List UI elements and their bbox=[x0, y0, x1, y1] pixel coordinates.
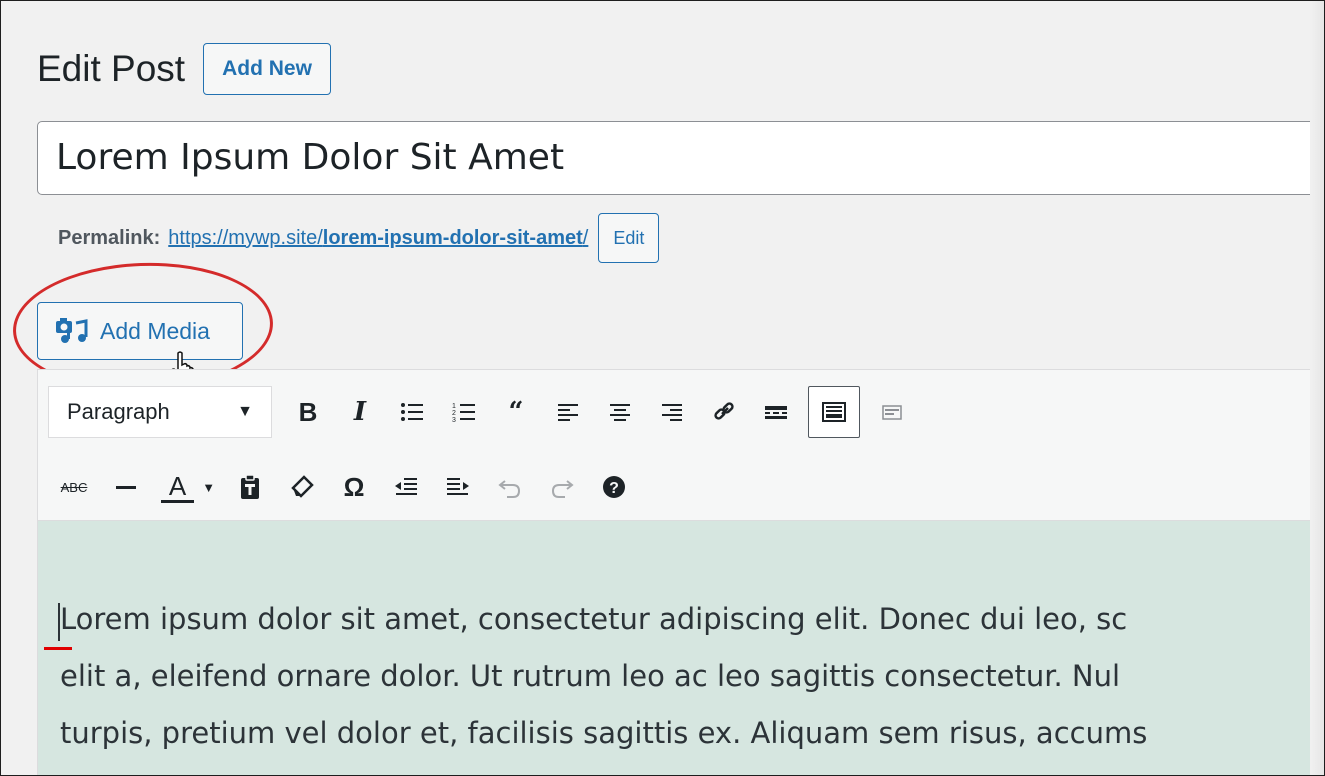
italic-icon[interactable]: I bbox=[340, 389, 380, 435]
classic-editor: Paragraph ▼ B I 123 “ ABC A ▼ Ω ? Lorem … bbox=[37, 369, 1324, 775]
read-more-icon[interactable] bbox=[756, 389, 796, 435]
insert-link-icon[interactable] bbox=[704, 389, 744, 435]
post-content-area[interactable]: Lorem ipsum dolor sit amet, consectetur … bbox=[38, 520, 1324, 775]
post-title-input[interactable]: Lorem Ipsum Dolor Sit Amet bbox=[37, 121, 1324, 195]
text-color-icon[interactable]: A ▼ bbox=[158, 464, 218, 510]
permalink-row: Permalink: https://mywp.site/lorem-ipsum… bbox=[58, 213, 660, 263]
permalink-label: Permalink: bbox=[58, 226, 161, 249]
permalink-trailing: / bbox=[582, 226, 589, 249]
content-line: turpis, pretium vel dolor et, facilisis … bbox=[60, 716, 1148, 750]
increase-indent-icon[interactable] bbox=[438, 464, 478, 510]
text-color-label: A bbox=[160, 472, 195, 503]
clear-formatting-icon[interactable] bbox=[282, 464, 322, 510]
media-icon bbox=[56, 318, 88, 343]
editor-toolbar-row-2: ABC A ▼ Ω ? bbox=[48, 464, 640, 510]
special-character-icon[interactable]: Ω bbox=[334, 464, 374, 510]
permalink-slug: lorem-ipsum-dolor-sit-amet bbox=[322, 226, 583, 249]
strikethrough-label: ABC bbox=[60, 479, 88, 495]
svg-text:2: 2 bbox=[452, 410, 456, 417]
permalink-base: https://mywp.site/ bbox=[168, 226, 323, 249]
align-center-icon[interactable] bbox=[600, 389, 640, 435]
add-media-label: Add Media bbox=[100, 317, 210, 344]
edit-permalink-button[interactable]: Edit bbox=[598, 213, 660, 263]
chevron-down-icon: ▼ bbox=[202, 479, 216, 495]
svg-text:1: 1 bbox=[452, 403, 456, 410]
strikethrough-icon[interactable]: ABC bbox=[54, 464, 94, 510]
screenshot-frame: Edit Post Add New Lorem Ipsum Dolor Sit … bbox=[0, 0, 1325, 776]
numbered-list-icon[interactable]: 123 bbox=[444, 389, 484, 435]
paste-as-text-icon[interactable] bbox=[230, 464, 270, 510]
undo-icon[interactable] bbox=[490, 464, 530, 510]
distraction-free-icon[interactable] bbox=[872, 389, 912, 435]
permalink-link[interactable]: https://mywp.site/lorem-ipsum-dolor-sit-… bbox=[168, 227, 588, 250]
horizontal-line-icon[interactable] bbox=[106, 464, 146, 510]
content-line: elit a, eleifend ornare dolor. Ut rutrum… bbox=[60, 659, 1121, 693]
right-edge-shadow bbox=[1310, 1, 1324, 775]
add-new-button[interactable]: Add New bbox=[203, 43, 331, 95]
toolbar-toggle-icon[interactable] bbox=[808, 386, 860, 438]
blockquote-icon[interactable]: “ bbox=[496, 389, 536, 435]
page-title: Edit Post bbox=[37, 48, 186, 89]
decrease-indent-icon[interactable] bbox=[386, 464, 426, 510]
format-select-value: Paragraph bbox=[67, 399, 170, 424]
page-header: Edit Post Add New bbox=[37, 41, 331, 97]
svg-text:?: ? bbox=[609, 480, 619, 497]
bulleted-list-icon[interactable] bbox=[392, 389, 432, 435]
format-select[interactable]: Paragraph ▼ bbox=[48, 386, 272, 438]
content-line: Lorem ipsum dolor sit amet, consectetur … bbox=[60, 602, 1128, 636]
redo-icon[interactable] bbox=[542, 464, 582, 510]
editor-toolbar-row-1: Paragraph ▼ B I 123 “ bbox=[48, 386, 918, 438]
chevron-down-icon: ▼ bbox=[237, 403, 253, 420]
add-media-button[interactable]: Add Media bbox=[37, 302, 243, 360]
align-right-icon[interactable] bbox=[652, 389, 692, 435]
post-content-text: Lorem ipsum dolor sit amet, consectetur … bbox=[60, 591, 1324, 762]
bold-icon[interactable]: B bbox=[288, 389, 328, 435]
keyboard-shortcuts-help-icon[interactable]: ? bbox=[594, 464, 634, 510]
align-left-icon[interactable] bbox=[548, 389, 588, 435]
svg-text:3: 3 bbox=[452, 417, 456, 424]
